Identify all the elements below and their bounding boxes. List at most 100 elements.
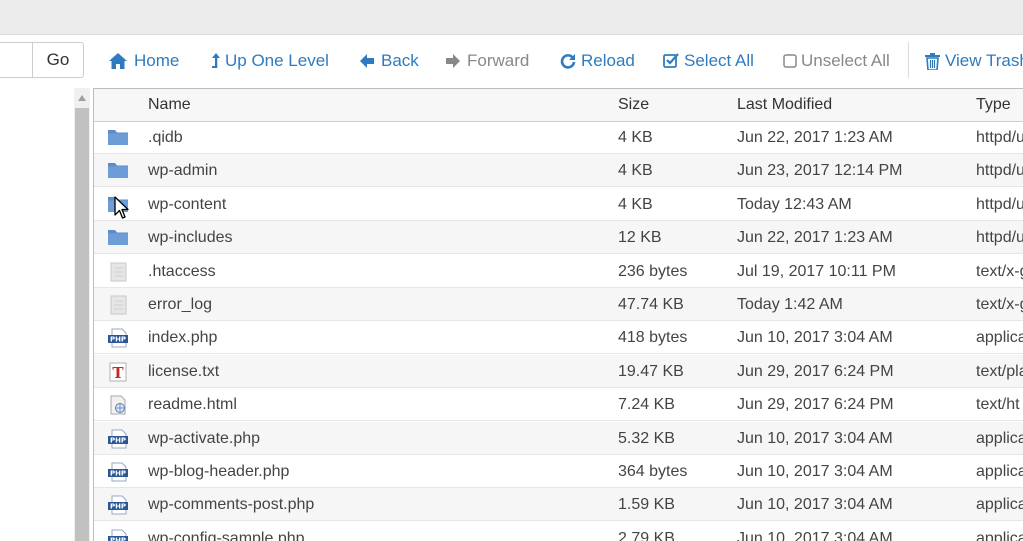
- file-name: .qidb: [148, 129, 183, 146]
- home-icon: [109, 53, 127, 69]
- file-type: applica: [976, 529, 1023, 541]
- file-name: .htaccess: [148, 262, 216, 280]
- file-size: 418 bytes: [618, 329, 688, 347]
- scrollbar-thumb[interactable]: [75, 108, 89, 541]
- file-last-modified: Jun 10, 2017 3:04 AM: [737, 429, 893, 447]
- column-header-last-modified[interactable]: Last Modified: [737, 89, 832, 121]
- php-file-icon: PHP: [107, 529, 129, 541]
- browser-top-bar: [0, 0, 1023, 35]
- text-file-icon: T: [107, 362, 129, 382]
- home-button[interactable]: Home: [108, 48, 179, 74]
- file-size: 12 KB: [618, 229, 662, 247]
- file-last-modified: Jun 23, 2017 12:14 PM: [737, 162, 903, 180]
- file-row[interactable]: PHP wp-blog-header.php 364 bytes Jun 10, 20…: [94, 455, 1023, 488]
- file-name: license.txt: [148, 362, 220, 380]
- forward-label: Forward: [467, 51, 530, 70]
- home-label: Home: [134, 51, 180, 70]
- file-size: 4 KB: [618, 129, 653, 146]
- file-last-modified: Today 12:43 AM: [737, 195, 852, 213]
- file-row[interactable]: .htaccess 236 bytes Jul 19, 2017 10:11 PM t…: [94, 255, 1023, 288]
- file-last-modified: Jun 10, 2017 3:04 AM: [737, 529, 893, 541]
- file-size: 4 KB: [618, 195, 653, 213]
- file-name: readme.html: [148, 396, 237, 414]
- file-row[interactable]: wp-includes 12 KB Jun 22, 2017 1:23 AM http…: [94, 221, 1023, 255]
- file-size: 47.74 KB: [618, 296, 684, 313]
- folder-icon: [107, 228, 129, 248]
- file-list-header: Name Size Last Modified Type: [94, 89, 1023, 122]
- file-size: 4 KB: [618, 162, 653, 180]
- checked-checkbox-icon: [663, 53, 679, 68]
- file-last-modified: Jun 29, 2017 6:24 PM: [737, 362, 894, 380]
- file-type: httpd/u: [976, 129, 1023, 146]
- file-row[interactable]: .qidb 4 KB Jun 22, 2017 1:23 AM httpd/u: [94, 121, 1023, 154]
- file-size: 19.47 KB: [618, 362, 684, 380]
- folder-icon: [107, 128, 129, 148]
- file-type: applica: [976, 329, 1023, 347]
- file-list: Name Size Last Modified Type .qidb 4 KB Ju…: [93, 88, 1023, 541]
- file-type: applica: [976, 463, 1023, 480]
- svg-text:PHP: PHP: [110, 336, 126, 344]
- file-size: 2.79 KB: [618, 529, 675, 541]
- column-header-type[interactable]: Type: [976, 89, 1011, 121]
- select-all-button[interactable]: Select All: [663, 48, 754, 74]
- toolbar-divider: [908, 42, 909, 78]
- file-size: 236 bytes: [618, 262, 688, 280]
- file-last-modified: Jun 29, 2017 6:24 PM: [737, 396, 894, 414]
- file-last-modified: Jun 22, 2017 1:23 AM: [737, 229, 893, 247]
- file-name: index.php: [148, 329, 218, 347]
- file-last-modified: Jun 10, 2017 3:04 AM: [737, 463, 893, 480]
- file-size: 364 bytes: [618, 463, 688, 480]
- file-row[interactable]: PHP wp-activate.php 5.32 KB Jun 10, 2017 3:…: [94, 421, 1023, 455]
- generic-file-icon: [107, 295, 129, 315]
- scroll-up-arrow-icon[interactable]: [74, 91, 90, 105]
- file-name: wp-includes: [148, 229, 233, 247]
- file-row[interactable]: PHP index.php 418 bytes Jun 10, 2017 3:04 A…: [94, 321, 1023, 355]
- column-header-size[interactable]: Size: [618, 89, 649, 121]
- php-file-icon: PHP: [107, 429, 129, 449]
- file-last-modified: Jun 10, 2017 3:04 AM: [737, 329, 893, 347]
- arrow-left-icon: [360, 54, 374, 68]
- file-name: wp-comments-post.php: [148, 496, 315, 514]
- file-row[interactable]: readme.html 7.24 KB Jun 29, 2017 6:24 PM te…: [94, 388, 1023, 422]
- file-type: text/ht: [976, 396, 1020, 414]
- reload-button[interactable]: Reload: [560, 48, 635, 74]
- go-button[interactable]: Go: [32, 42, 84, 78]
- file-size: 5.32 KB: [618, 429, 675, 447]
- generic-file-icon: [107, 262, 129, 282]
- level-up-icon: [212, 53, 220, 68]
- unselect-all-button[interactable]: Unselect All: [783, 48, 890, 74]
- back-button[interactable]: Back: [359, 48, 419, 74]
- file-row[interactable]: PHP wp-config-sample.php 2.79 KB Jun 10, 20…: [94, 522, 1023, 541]
- directory-tree-panel: [0, 88, 74, 541]
- file-row[interactable]: wp-content 4 KB Today 12:43 AM httpd/u: [94, 188, 1023, 221]
- column-header-name[interactable]: Name: [148, 89, 191, 121]
- mouse-pointer-icon: [114, 196, 129, 219]
- path-input[interactable]: [0, 42, 32, 78]
- svg-text:T: T: [112, 364, 124, 382]
- file-type: httpd/u: [976, 229, 1023, 247]
- forward-button[interactable]: Forward: [445, 48, 529, 74]
- file-size: 7.24 KB: [618, 396, 675, 414]
- file-type: text/pla: [976, 362, 1023, 380]
- file-size: 1.59 KB: [618, 496, 675, 514]
- file-row[interactable]: error_log 47.74 KB Today 1:42 AM text/x-g: [94, 288, 1023, 321]
- php-file-icon: PHP: [107, 495, 129, 515]
- arrow-right-icon: [446, 54, 460, 68]
- svg-text:PHP: PHP: [110, 470, 126, 478]
- php-file-icon: PHP: [107, 462, 129, 482]
- up-one-level-button[interactable]: Up One Level: [211, 48, 329, 74]
- file-row[interactable]: PHP wp-comments-post.php 1.59 KB Jun 10, 20…: [94, 488, 1023, 522]
- svg-text:PHP: PHP: [110, 436, 126, 444]
- reload-icon: [560, 54, 576, 69]
- view-trash-button[interactable]: View Trash: [925, 48, 1023, 74]
- back-label: Back: [381, 51, 419, 70]
- file-name: wp-config-sample.php: [148, 529, 305, 541]
- file-name: error_log: [148, 296, 213, 313]
- file-type: applica: [976, 496, 1023, 514]
- file-row[interactable]: Tlicense.txt 19.47 KB Jun 29, 2017 6:24 PM…: [94, 354, 1023, 388]
- unselect-all-label: Unselect All: [801, 51, 890, 70]
- file-last-modified: Jun 10, 2017 3:04 AM: [737, 496, 893, 514]
- file-type: applica: [976, 429, 1023, 447]
- php-file-icon: PHP: [107, 328, 129, 348]
- file-row[interactable]: wp-admin 4 KB Jun 23, 2017 12:14 PM httpd/u: [94, 154, 1023, 188]
